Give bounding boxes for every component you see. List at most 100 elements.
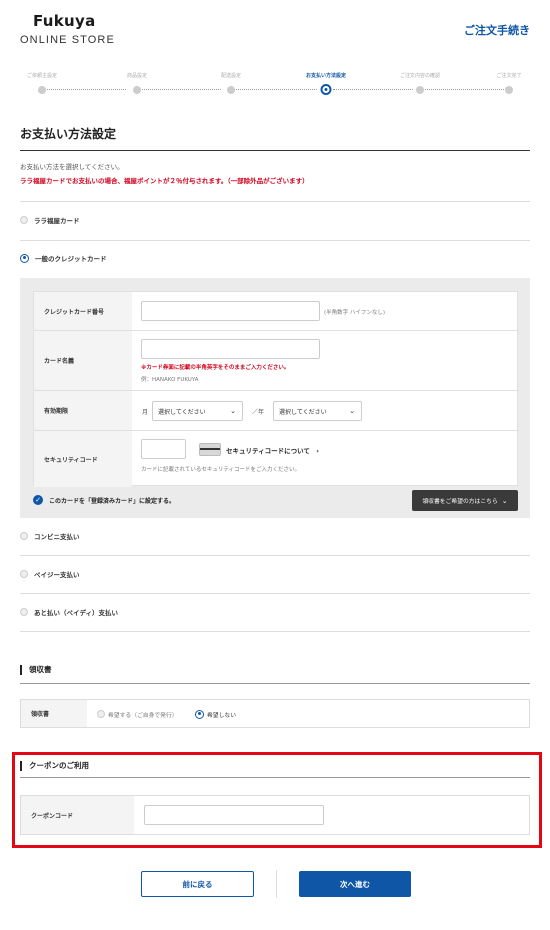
section-marker	[20, 760, 22, 771]
card-number-input[interactable]	[141, 301, 320, 321]
card-name-input[interactable]	[141, 339, 320, 359]
receipt-request-label: 領収書をご希望の方はこちら	[422, 499, 498, 505]
payment-option-credit-card[interactable]: 一般のクレジットカード	[20, 251, 107, 265]
chevron-right-icon: ›	[316, 447, 319, 455]
card-number-label: クレジットカード番号	[34, 292, 132, 330]
option-label: 一般のクレジットカード	[35, 255, 107, 263]
coupon-section-header: クーポンのご利用	[20, 760, 89, 771]
step-label-5: ご注文内容の確認	[399, 73, 441, 79]
radio-icon[interactable]	[20, 216, 28, 224]
option-label: ララ福屋カード	[34, 217, 80, 225]
expiry-row: 有効期限 月 選択してください ⌄ ／年 選択してください ⌄	[34, 391, 517, 431]
button-separator	[276, 870, 277, 898]
security-code-row: セキュリティコード セキュリティコードについて › カードに記載されているセキュ…	[34, 431, 517, 487]
option-label: 希望しない	[207, 712, 236, 719]
expiry-label: 有効期限	[34, 391, 132, 430]
card-name-example: 例：HANAKO FUKUYA	[141, 377, 199, 383]
radio-icon[interactable]	[20, 608, 28, 616]
step-dot-5	[416, 86, 424, 94]
chevron-down-icon: ⌄	[230, 407, 236, 415]
divider	[20, 201, 530, 202]
section-marker	[20, 664, 22, 675]
radio-icon[interactable]	[20, 570, 28, 578]
step-connector	[137, 89, 221, 90]
credit-card-form: クレジットカード番号 (半角数字 ハイフンなし) カード名義 ※カード券面に記載…	[33, 291, 518, 487]
step-connector	[333, 89, 413, 90]
payment-option-paidy[interactable]: あと払い（ペイディ）支払い	[20, 605, 118, 619]
security-code-link-label: セキュリティコードについて	[226, 447, 310, 455]
points-notice: ララ福屋カードでお支払いの場合、福屋ポイントが２％付与されます。（一部除外品がご…	[20, 177, 309, 185]
title-divider	[20, 150, 530, 151]
option-label: あと払い（ペイディ）支払い	[34, 609, 119, 617]
step-label-2: 商品設定	[126, 73, 148, 79]
step-dot-6	[505, 86, 513, 94]
card-name-warning: ※カード券面に記載の半角英字をそのままご入力ください。	[141, 365, 290, 371]
payment-option-lala-card[interactable]: ララ福屋カード	[20, 213, 80, 227]
divider	[20, 631, 530, 632]
page-title: お支払い方法設定	[20, 127, 117, 141]
security-code-hint: カードに記載されているセキュリティコードをご入力ください。	[141, 467, 301, 473]
register-card-label: このカードを「登録済みカード」に設定する。	[49, 497, 176, 505]
coupon-code-input[interactable]	[144, 805, 324, 825]
step-label-6: ご注文完了	[496, 73, 522, 79]
divider	[20, 240, 530, 241]
divider	[20, 555, 530, 556]
progress-stepper: ご依頼主設定 商品設定 配送設定 お支払い方法設定 ご注文内容の確認 ご注文完了	[20, 72, 530, 102]
card-name-label: カード名義	[34, 331, 132, 390]
receipt-table: 領収書 希望する（ご自身で発行） 希望しない	[20, 699, 530, 728]
receipt-option-yes[interactable]: 希望する（ご自身で発行）	[97, 707, 178, 721]
receipt-option-no[interactable]: 希望しない	[195, 707, 236, 721]
receipt-section-title: 領収書	[29, 665, 52, 674]
next-button[interactable]: 次へ進む	[299, 871, 411, 897]
logo-main[interactable]: Fukuya	[33, 12, 96, 30]
step-connector	[425, 89, 508, 90]
security-code-input[interactable]	[141, 439, 186, 459]
check-icon[interactable]: ✓	[33, 495, 43, 505]
payment-notice: お支払い方法を選択してください。	[20, 163, 124, 171]
card-number-hint: (半角数字 ハイフンなし)	[324, 310, 386, 316]
step-label-1: ご依頼主設定	[26, 73, 58, 79]
option-label: ペイジー支払い	[34, 571, 80, 579]
radio-icon[interactable]	[97, 710, 105, 718]
step-connector	[42, 89, 126, 90]
expiry-month-select[interactable]: 選択してください ⌄	[152, 401, 243, 421]
receipt-section-header: 領収書	[20, 664, 52, 675]
security-code-label: セキュリティコード	[34, 431, 132, 487]
step-dot-2	[133, 86, 141, 94]
coupon-table: クーポンコード	[20, 795, 530, 835]
section-divider	[20, 777, 530, 778]
section-divider	[20, 683, 530, 684]
year-label: ／年	[252, 409, 265, 416]
option-label: コンビニ支払い	[34, 533, 80, 541]
coupon-section-title: クーポンのご利用	[29, 761, 89, 770]
divider	[20, 593, 530, 594]
chevron-down-icon: ⌄	[349, 407, 355, 415]
payment-option-payeasy[interactable]: ペイジー支払い	[20, 567, 80, 581]
receipt-request-button[interactable]: 領収書をご希望の方はこちら ⌄	[412, 490, 518, 511]
register-card-checkbox[interactable]: ✓ このカードを「登録済みカード」に設定する。	[33, 495, 175, 505]
chevron-down-icon: ⌄	[501, 496, 508, 505]
step-label-3: 配送設定	[220, 73, 242, 79]
step-connector	[233, 89, 317, 90]
back-button[interactable]: 前に戻る	[141, 871, 254, 897]
select-value: 選択してください	[279, 408, 327, 416]
coupon-row-label: クーポンコード	[21, 796, 134, 834]
option-label: 希望する（ご自身で発行）	[108, 712, 178, 719]
receipt-row-label: 領収書	[21, 700, 87, 727]
month-label: 月	[142, 409, 149, 416]
step-dot-4-current	[320, 84, 332, 95]
radio-selected-icon[interactable]	[195, 709, 204, 719]
logo-sub: ONLINE STORE	[20, 34, 115, 46]
security-code-link[interactable]: セキュリティコードについて ›	[226, 445, 319, 455]
step-dot-3	[227, 86, 235, 94]
step-dot-1	[38, 86, 46, 94]
step-label-4: お支払い方法設定	[305, 73, 347, 79]
radio-selected-icon[interactable]	[20, 253, 29, 263]
payment-option-convenience[interactable]: コンビニ支払い	[20, 529, 80, 543]
expiry-year-select[interactable]: 選択してください ⌄	[273, 401, 362, 421]
procedure-title: ご注文手続き	[464, 24, 530, 37]
card-number-row: クレジットカード番号 (半角数字 ハイフンなし)	[34, 292, 517, 331]
radio-icon[interactable]	[20, 532, 28, 540]
select-value: 選択してください	[158, 408, 206, 416]
card-name-row: カード名義 ※カード券面に記載の半角英字をそのままご入力ください。 例：HANA…	[34, 331, 517, 391]
